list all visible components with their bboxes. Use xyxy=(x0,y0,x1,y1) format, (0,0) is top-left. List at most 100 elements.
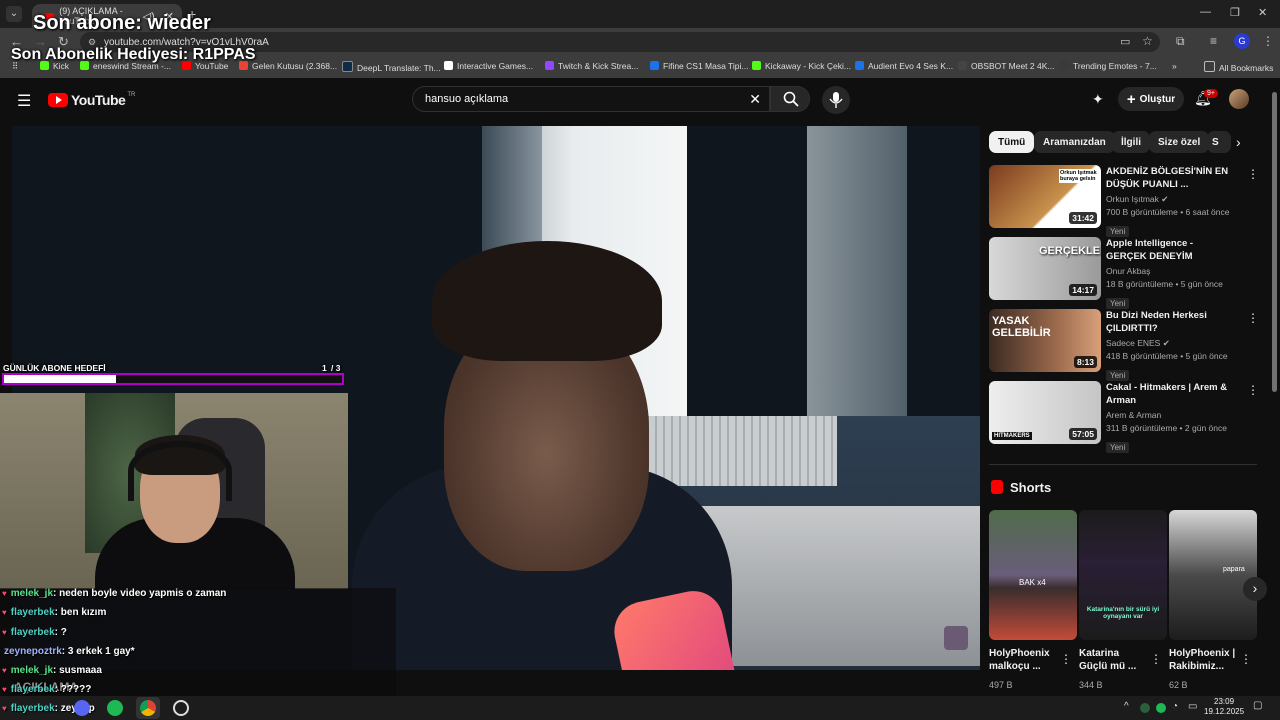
recommendation-thumbnail[interactable]: GERÇEKLER 14:17 xyxy=(989,237,1101,300)
recommendation-title[interactable]: Bu Dizi Neden Herkesi ÇILDIRTTI? xyxy=(1106,309,1236,335)
user-badge-icon: ♥ xyxy=(2,608,7,617)
chat-message: ♥ flayerbek: ? xyxy=(2,627,67,638)
recommendation-channel[interactable]: Onur Akbaş xyxy=(1106,265,1150,278)
bookmark-audient[interactable]: Audient Evo 4 Ses K... xyxy=(855,61,953,71)
thumbnail-text: GERÇEKLER xyxy=(1039,245,1101,257)
create-button[interactable]: + Oluştur xyxy=(1118,87,1184,111)
chat-message: ♥ flayerbek: ben kızım xyxy=(2,607,107,618)
bookmark-fifine[interactable]: Fifine CS1 Masa Tipi... xyxy=(650,61,749,71)
recommendation-thumbnail[interactable]: HITMAKERS 57:05 xyxy=(989,381,1101,444)
microphone-icon xyxy=(829,92,843,108)
voice-search-button[interactable] xyxy=(822,86,850,114)
reading-list-icon[interactable]: ≡ xyxy=(1210,34,1217,48)
chat-message: ♥ melek_jk: susmaaa xyxy=(2,665,102,676)
facecam xyxy=(0,393,348,589)
curtain-right xyxy=(807,126,907,456)
divider xyxy=(989,464,1257,465)
maximize-button[interactable]: ❐ xyxy=(1230,6,1240,19)
short-title[interactable]: Katarina Güçlü mü ... xyxy=(1079,647,1147,673)
emote-thumbnail xyxy=(944,626,968,650)
recommendation-title[interactable]: Cakal - Hitmakers | Arem & Arman xyxy=(1106,381,1236,407)
cast-icon[interactable]: ✦ xyxy=(1092,91,1104,108)
obs-taskbar-icon[interactable] xyxy=(173,700,189,716)
user-badge-icon: ♥ xyxy=(2,704,7,713)
spotify-taskbar-icon[interactable] xyxy=(107,700,123,716)
recommendation-channel[interactable]: Sadece ENES ✔ xyxy=(1106,337,1170,350)
recommendation-channel[interactable]: Arem & Arman xyxy=(1106,409,1161,422)
chip-all[interactable]: Tümü xyxy=(989,131,1035,153)
tray-headset-icon[interactable]: ◔ xyxy=(1172,701,1178,712)
recommendation-title[interactable]: AKDENİZ BÖLGESİ'NİN EN DÜŞÜK PUANLI ... xyxy=(1106,165,1236,191)
goal-total: / 3 xyxy=(331,363,341,373)
user-badge-icon: ♥ xyxy=(2,685,7,694)
verified-icon: ✔ xyxy=(1162,338,1170,348)
recommendation-thumbnail[interactable]: YASAK GELEBİLİR 8:13 xyxy=(989,309,1101,372)
discord-taskbar-icon[interactable] xyxy=(74,700,90,716)
chip-from-search[interactable]: Aramanızdan xyxy=(1034,131,1115,153)
bookmark-twitch-kick[interactable]: Twitch & Kick Strea... xyxy=(545,61,638,71)
all-bookmarks[interactable]: All Bookmarks xyxy=(1204,61,1273,73)
profile-avatar[interactable]: G xyxy=(1234,33,1250,49)
search-button[interactable] xyxy=(770,86,810,112)
minimize-button[interactable]: — xyxy=(1200,6,1211,18)
cast-icon[interactable]: ▭ xyxy=(1120,35,1130,48)
bookmark-interactive-games[interactable]: Interactive Games... xyxy=(444,61,533,71)
tray-spotify-icon[interactable] xyxy=(1156,703,1166,713)
short-title[interactable]: HolyPhoenix malkoçu ... xyxy=(989,647,1057,673)
close-window-button[interactable]: ✕ xyxy=(1258,6,1267,19)
shorts-next-button[interactable]: › xyxy=(1243,577,1267,601)
short-thumbnail[interactable]: BAK x4 xyxy=(989,510,1077,640)
more-actions-icon[interactable]: ⋮ xyxy=(1247,167,1259,181)
page-scrollbar[interactable] xyxy=(1272,92,1277,392)
network-icon[interactable]: ▭ xyxy=(1188,701,1197,712)
chrome-icon xyxy=(140,700,156,716)
extensions-icon[interactable]: ⧉ xyxy=(1176,34,1185,49)
recommendation-meta: 18 B görüntüleme • 5 gün önce xyxy=(1106,279,1223,289)
tray-overflow-icon[interactable]: ^ xyxy=(1124,701,1129,712)
tray-app-icon[interactable] xyxy=(1140,703,1150,713)
youtube-logo[interactable]: YouTube TR xyxy=(48,92,135,108)
bookmark-kickaway[interactable]: Kickaway - Kick Çeki... xyxy=(752,61,851,71)
short-title[interactable]: HolyPhoenix | Rakibimiz... xyxy=(1169,647,1237,673)
chip-related[interactable]: İlgili xyxy=(1112,131,1150,153)
shorts-icon xyxy=(991,480,1003,494)
short-thumbnail[interactable]: papara xyxy=(1169,510,1257,640)
more-actions-icon[interactable]: ⋮ xyxy=(1240,652,1252,666)
recommendation-title[interactable]: Apple Intelligence - GERÇEK DENEYİM xyxy=(1106,237,1236,263)
bookmark-obsbot[interactable]: OBSBOT Meet 2 4K... xyxy=(958,61,1054,71)
more-bookmarks-icon[interactable]: » xyxy=(1172,61,1177,71)
taskbar-clock[interactable]: 23:09 19.12.2025 xyxy=(1204,697,1244,717)
bookmark-deepl[interactable]: DeepL Translate: Th... xyxy=(342,61,441,73)
search-input[interactable]: hansuo açıklama ✕ xyxy=(412,86,770,112)
notification-count-badge: 9+ xyxy=(1204,89,1218,98)
notification-center-icon[interactable]: ▢ xyxy=(1253,700,1262,711)
chips-next-icon[interactable]: › xyxy=(1236,134,1241,150)
new-badge: Yeni xyxy=(1106,437,1130,455)
bed xyxy=(692,506,980,666)
more-actions-icon[interactable]: ⋮ xyxy=(1247,311,1259,325)
tab-search-button[interactable]: ⌄ xyxy=(6,6,22,22)
recommendation-meta: 418 B görüntüleme • 5 gün önce xyxy=(1106,351,1228,361)
bookmark-trending-emotes[interactable]: Trending Emotes - 7... xyxy=(1060,61,1157,71)
more-actions-icon[interactable]: ⋮ xyxy=(1247,383,1259,397)
chip-more[interactable]: S xyxy=(1207,131,1231,153)
bookmark-star-icon[interactable]: ☆ xyxy=(1142,34,1153,48)
search-query: hansuo açıklama xyxy=(425,93,509,105)
more-actions-icon[interactable]: ⋮ xyxy=(1150,652,1162,666)
chip-for-you[interactable]: Size özel xyxy=(1149,131,1210,153)
user-avatar[interactable] xyxy=(1229,89,1249,109)
browser-menu-icon[interactable]: ⋮ xyxy=(1262,34,1274,48)
short-thumbnail[interactable]: Katarina'nın bir sürü iyi oynayanı var xyxy=(1079,510,1167,640)
chrome-taskbar-button[interactable] xyxy=(136,697,160,719)
recommendation-channel[interactable]: Orkun Işıtmak ✔ xyxy=(1106,193,1168,206)
video-duration: 57:05 xyxy=(1069,428,1097,440)
clear-search-icon[interactable]: ✕ xyxy=(749,91,761,108)
goal-current: 1 xyxy=(322,363,327,373)
recommendation-thumbnail[interactable]: Orkun Işıtmak buraya gelsin 31:42 xyxy=(989,165,1101,228)
chat-message: ♥ melek_jk: neden boyle video yapmis o za… xyxy=(2,588,227,599)
search-icon xyxy=(783,91,799,107)
thumbnail-text: Katarina'nın bir sürü iyi oynayanı var xyxy=(1086,606,1160,620)
hamburger-menu-icon[interactable]: ☰ xyxy=(17,91,31,111)
more-actions-icon[interactable]: ⋮ xyxy=(1060,652,1072,666)
chat-message: ♥ flayerbek: ????? xyxy=(2,684,92,695)
